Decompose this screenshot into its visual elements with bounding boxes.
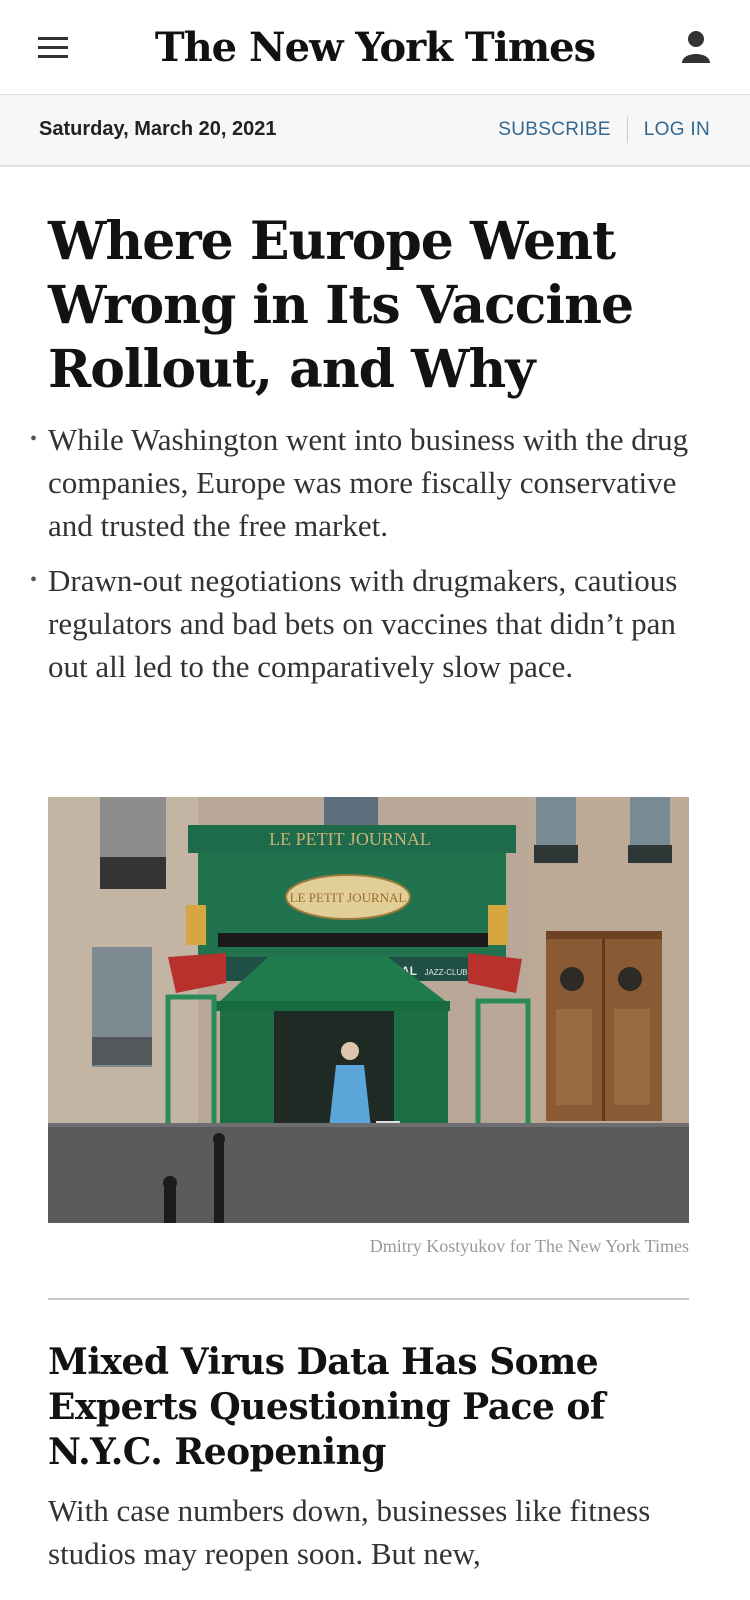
photo-credit: Dmitry Kostyukov for The New York Times bbox=[369, 1236, 689, 1256]
date-bar: Saturday, March 20, 2021 SUBSCRIBE LOG I… bbox=[0, 95, 750, 167]
vaccine-tent-photo: LE PETIT JOURNAL LE PETIT JOURNAL JOURNA… bbox=[48, 797, 689, 1223]
summary-text: Drawn-out negotiations with drugmakers, … bbox=[48, 563, 678, 684]
kiosk-sign-oval: LE PETIT JOURNAL bbox=[290, 890, 407, 905]
current-date: Saturday, March 20, 2021 bbox=[39, 118, 277, 140]
lead-story: Where Europe Went Wrong in Its Vaccine R… bbox=[30, 210, 708, 700]
user-icon[interactable] bbox=[680, 29, 712, 65]
second-summary: With case numbers down, businesses like … bbox=[48, 1493, 651, 1571]
second-headline[interactable]: Mixed Virus Data Has Some Experts Questi… bbox=[48, 1340, 708, 1475]
lead-summary-list: • While Washington went into business wi… bbox=[30, 418, 708, 688]
login-link[interactable]: LOG IN bbox=[644, 119, 710, 141]
masthead: The New York Times bbox=[0, 0, 750, 95]
lead-headline[interactable]: Where Europe Went Wrong in Its Vaccine R… bbox=[48, 210, 708, 402]
bullet-dot: • bbox=[30, 428, 38, 450]
summary-bullet: • While Washington went into business wi… bbox=[30, 418, 708, 547]
second-story: Mixed Virus Data Has Some Experts Questi… bbox=[48, 1340, 708, 1575]
section-divider bbox=[48, 1298, 689, 1300]
bullet-dot: • bbox=[30, 569, 38, 591]
divider bbox=[626, 117, 628, 143]
summary-bullet: • Drawn-out negotiations with drugmakers… bbox=[30, 559, 708, 688]
nyt-logo[interactable]: The New York Times bbox=[0, 18, 750, 78]
account-links: SUBSCRIBE LOG IN bbox=[498, 117, 710, 143]
kiosk-sign-top: LE PETIT JOURNAL bbox=[269, 829, 431, 849]
subscribe-link[interactable]: SUBSCRIBE bbox=[498, 119, 611, 141]
lead-photo[interactable]: LE PETIT JOURNAL LE PETIT JOURNAL JOURNA… bbox=[48, 797, 689, 1223]
summary-text: While Washington went into business with… bbox=[48, 422, 689, 543]
kiosk-sign-small: JAZZ-CLUB bbox=[424, 968, 467, 977]
